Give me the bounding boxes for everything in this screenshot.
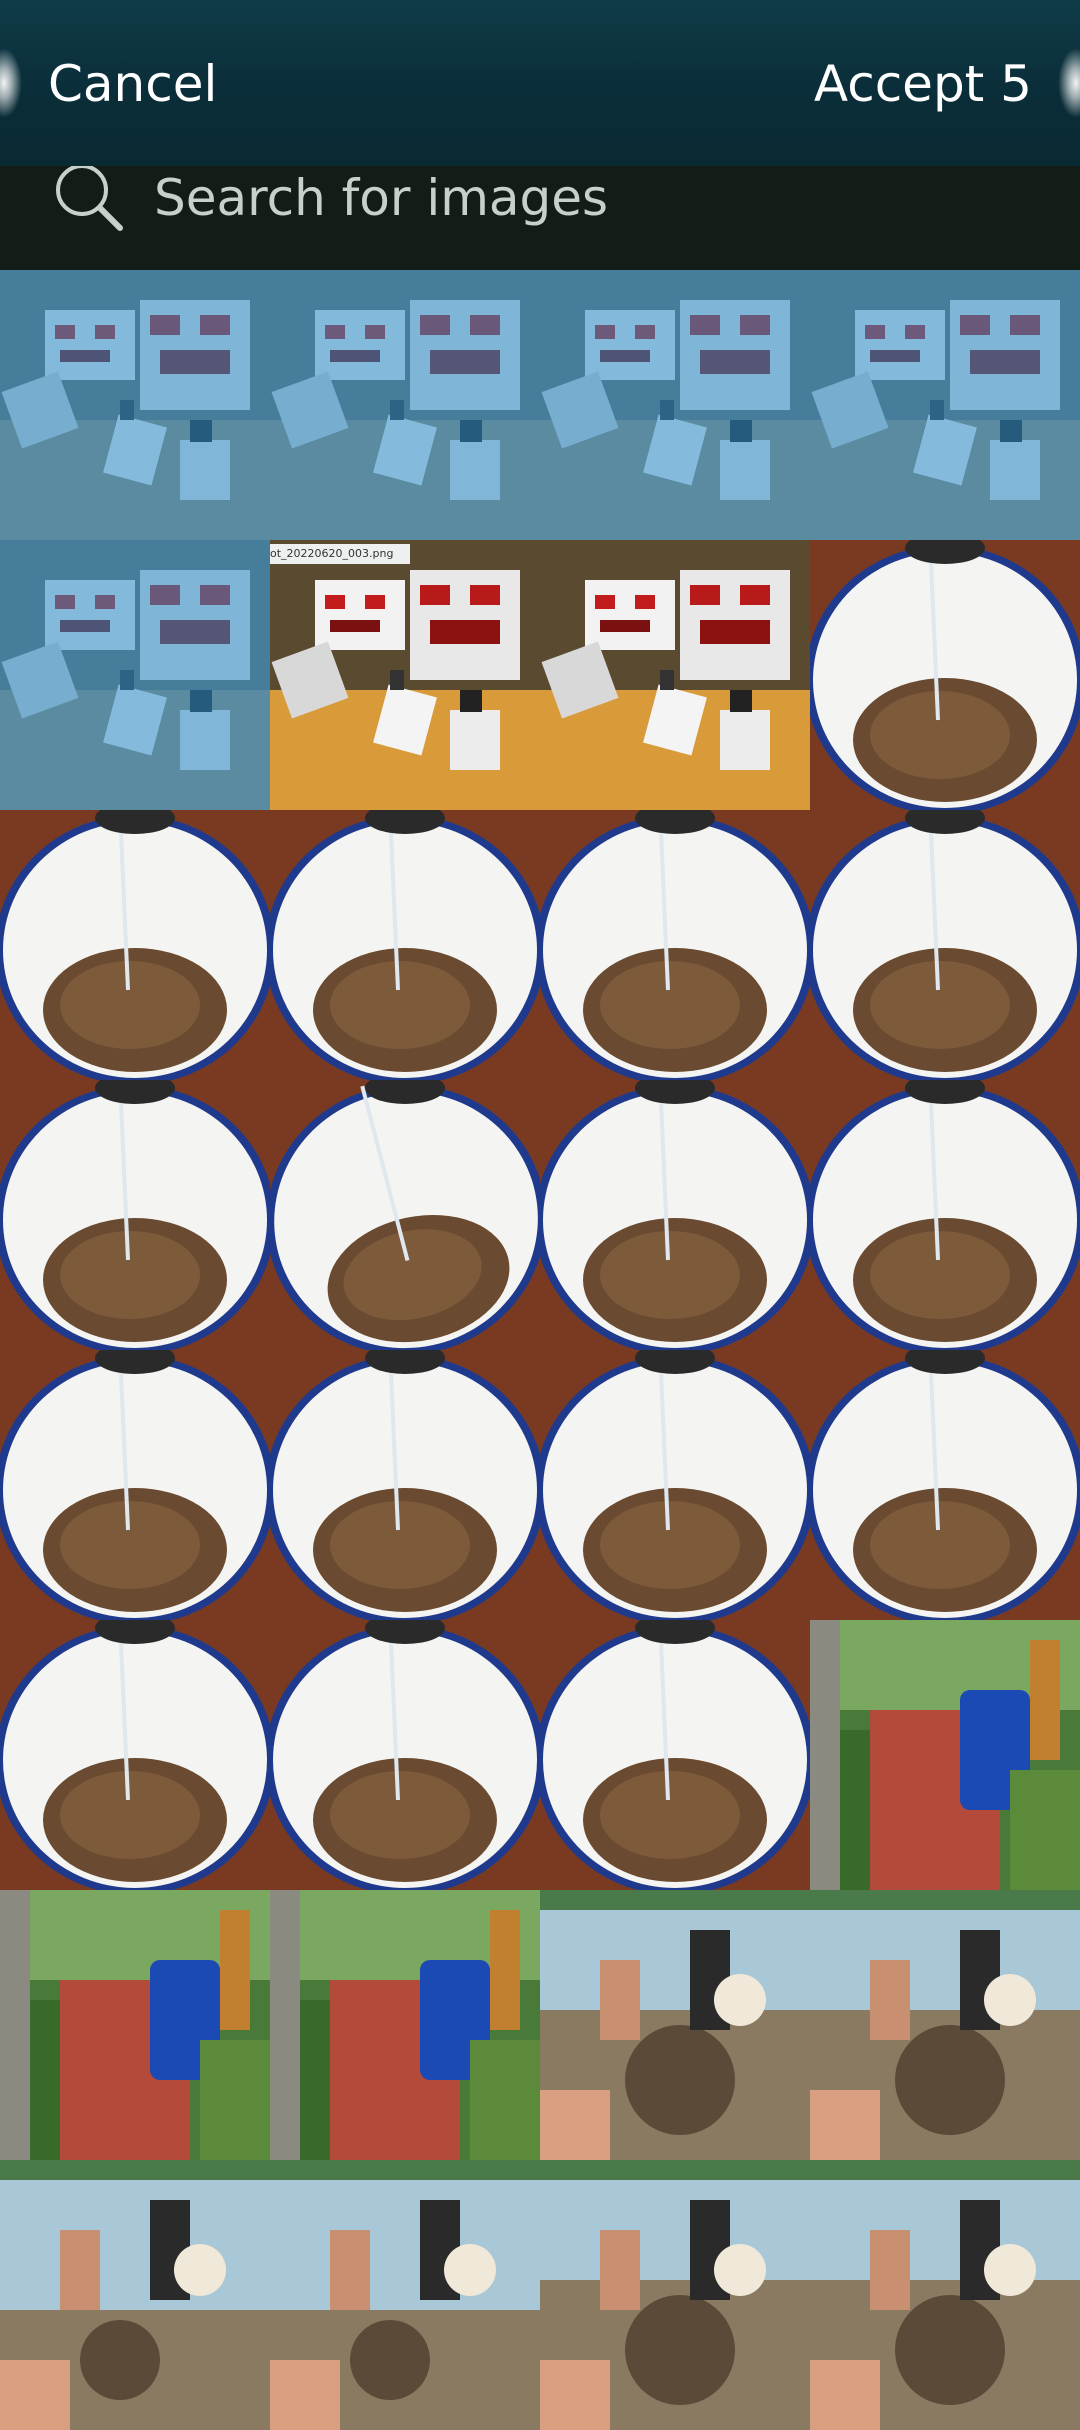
image-thumbnail[interactable]: [0, 2160, 270, 2430]
image-thumbnail[interactable]: [0, 1350, 270, 1620]
thumbnail-caption: ot_20220620_003.png: [270, 544, 410, 564]
search-bar: [0, 164, 1080, 270]
image-thumbnail[interactable]: [0, 1890, 270, 2160]
image-thumbnail[interactable]: [540, 1350, 810, 1620]
image-thumbnail[interactable]: [270, 1350, 540, 1620]
image-thumbnail[interactable]: [540, 1080, 810, 1350]
image-grid: ot_20220620_003.png: [0, 270, 1080, 2430]
image-thumbnail[interactable]: [540, 1890, 810, 2160]
edge-glow-left: [0, 48, 22, 118]
image-thumbnail[interactable]: [540, 540, 810, 810]
image-thumbnail[interactable]: [0, 1080, 270, 1350]
image-thumbnail[interactable]: [810, 1350, 1080, 1620]
image-thumbnail[interactable]: [810, 1080, 1080, 1350]
image-thumbnail[interactable]: [0, 540, 270, 810]
image-thumbnail[interactable]: [540, 270, 810, 540]
image-thumbnail[interactable]: [540, 810, 810, 1080]
image-thumbnail[interactable]: [810, 1890, 1080, 2160]
image-thumbnail[interactable]: [810, 540, 1080, 810]
image-thumbnail[interactable]: [0, 270, 270, 540]
image-thumbnail[interactable]: [540, 1620, 810, 1890]
image-thumbnail[interactable]: [810, 2160, 1080, 2430]
search-icon: [48, 164, 128, 238]
image-thumbnail[interactable]: [270, 1080, 540, 1350]
image-thumbnail[interactable]: [810, 1620, 1080, 1890]
image-thumbnail[interactable]: [270, 810, 540, 1080]
image-thumbnail[interactable]: [540, 2160, 810, 2430]
image-thumbnail[interactable]: [810, 270, 1080, 540]
image-thumbnail[interactable]: [270, 1890, 540, 2160]
image-thumbnail[interactable]: [0, 810, 270, 1080]
image-thumbnail[interactable]: [270, 2160, 540, 2430]
header-bar: Cancel Accept 5: [0, 0, 1080, 166]
accept-button[interactable]: Accept 5: [814, 48, 1032, 120]
cancel-button[interactable]: Cancel: [48, 48, 217, 120]
image-thumbnail[interactable]: [810, 810, 1080, 1080]
image-thumbnail[interactable]: [0, 1620, 270, 1890]
edge-glow-right: [1058, 48, 1080, 118]
image-thumbnail[interactable]: [270, 270, 540, 540]
image-thumbnail[interactable]: ot_20220620_003.png: [270, 540, 540, 810]
image-thumbnail[interactable]: [270, 1620, 540, 1890]
search-input[interactable]: [154, 166, 1014, 230]
